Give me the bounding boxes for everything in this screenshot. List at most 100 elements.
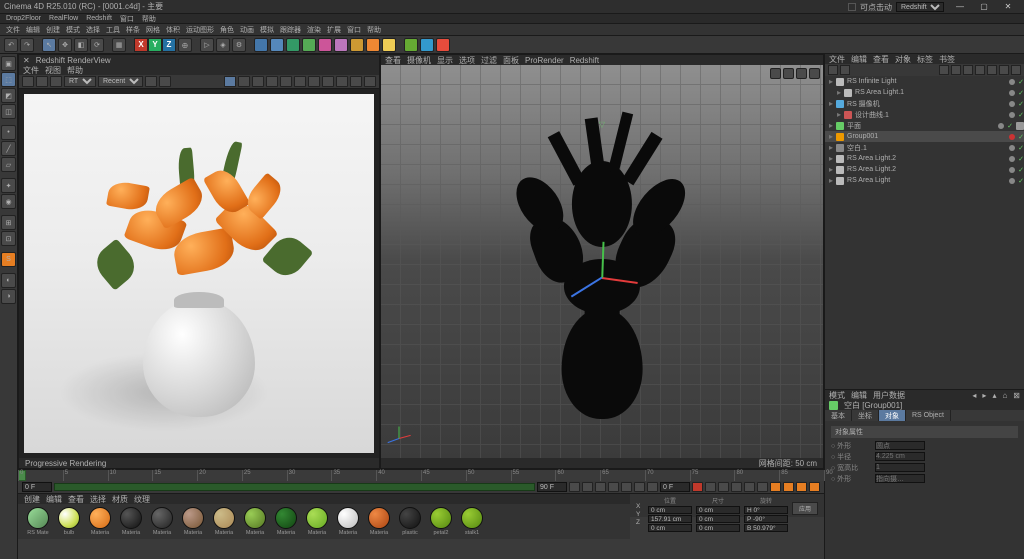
tl-key-scale[interactable] (731, 482, 742, 492)
timeline-range[interactable] (54, 483, 535, 491)
generator-button[interactable] (286, 38, 300, 52)
edge-mode-button[interactable]: ╱ (1, 141, 16, 156)
object-manager[interactable]: ▸RS Infinite Light✓▸RS Area Light.1✓▸RS … (825, 76, 1024, 196)
expand-icon[interactable]: ▸ (829, 121, 833, 130)
main-menu-9[interactable]: 运动图形 (186, 25, 214, 35)
window-maximize[interactable]: ▢ (972, 1, 996, 13)
tl-next-key[interactable] (634, 482, 645, 492)
rv-menu-0[interactable]: 文件 (23, 65, 39, 76)
mat-menu-0[interactable]: 创建 (24, 494, 40, 505)
obj-tool-1[interactable] (828, 65, 838, 75)
material-4[interactable]: Materia (148, 507, 176, 536)
tl-cur-field[interactable] (660, 482, 690, 492)
material-1[interactable]: bulb (55, 507, 83, 536)
size-x-field[interactable] (696, 506, 740, 514)
mograph-button[interactable] (334, 38, 348, 52)
rv-a-button[interactable] (280, 76, 292, 87)
mat-menu-1[interactable]: 编辑 (46, 494, 62, 505)
enable-check-icon[interactable]: ✓ (1007, 122, 1013, 130)
rv-menu-1[interactable]: 视图 (45, 65, 61, 76)
tl-start-field[interactable] (22, 482, 52, 492)
obj-collapse[interactable] (963, 65, 973, 75)
expand-icon[interactable]: ▸ (829, 132, 833, 141)
obj-row-3[interactable]: ▸设计曲线.1✓ (825, 109, 1024, 120)
tl-prev-frame[interactable] (595, 482, 606, 492)
vp-nav-3[interactable] (796, 68, 807, 79)
material-13[interactable]: petal2 (427, 507, 455, 536)
rv-region-button[interactable] (159, 76, 171, 87)
attr-menu-0[interactable]: 模式 (829, 390, 845, 401)
tag-icon[interactable] (1016, 122, 1024, 130)
obj-row-4[interactable]: ▸平面✓ (825, 120, 1024, 131)
tl-key-pos[interactable] (718, 482, 729, 492)
plugin-menu-4[interactable]: 帮助 (142, 14, 156, 24)
material-10[interactable]: Materia (334, 507, 362, 536)
main-menu-7[interactable]: 网格 (146, 25, 160, 35)
rv-refresh-button[interactable] (50, 76, 62, 87)
mat-menu-2[interactable]: 查看 (68, 494, 84, 505)
size-z-field[interactable] (696, 524, 740, 532)
plugin-menu-0[interactable]: Drop2Floor (6, 15, 41, 22)
plugin-menu-2[interactable]: Redshift (86, 15, 112, 22)
main-menu-4[interactable]: 选择 (86, 25, 100, 35)
visibility-dot[interactable] (1009, 101, 1015, 107)
viewport-canvas[interactable]: ▽ (381, 65, 823, 458)
obj-row-0[interactable]: ▸RS Infinite Light✓ (825, 76, 1024, 87)
rv-c-button[interactable] (308, 76, 320, 87)
rotate-tool[interactable]: ⟳ (90, 38, 104, 52)
enable-check-icon[interactable]: ✓ (1018, 155, 1024, 163)
layout-dropdown[interactable]: Redshift (896, 2, 944, 12)
timeline-ruler[interactable]: 051015202530354045505560657075808590 (18, 470, 824, 481)
obj-opt-4[interactable] (1011, 65, 1021, 75)
enable-check-icon[interactable]: ✓ (1018, 89, 1024, 97)
material-11[interactable]: Materia (365, 507, 393, 536)
rs-tool-2[interactable] (420, 38, 434, 52)
expand-icon[interactable]: ▸ (829, 154, 833, 163)
attr-nav-up[interactable]: ▴ (992, 391, 996, 400)
misc-2-button[interactable]: ◑ (1, 289, 16, 304)
visibility-dot[interactable] (1009, 112, 1015, 118)
material-0[interactable]: RS Mate (24, 507, 52, 536)
material-5[interactable]: Materia (179, 507, 207, 536)
enable-check-icon[interactable]: ✓ (1018, 111, 1024, 119)
tl-end-field[interactable] (537, 482, 567, 492)
expand-icon[interactable]: ▸ (829, 143, 833, 152)
vp-nav-2[interactable] (783, 68, 794, 79)
main-menu-13[interactable]: 跟踪器 (280, 25, 301, 35)
workplane-mode-button[interactable]: ◫ (1, 104, 16, 119)
mat-menu-5[interactable]: 纹理 (134, 494, 150, 505)
plugin-menu-1[interactable]: RealFlow (49, 15, 78, 22)
enable-check-icon[interactable]: ✓ (1018, 144, 1024, 152)
prim-cube-button[interactable] (254, 38, 268, 52)
visibility-dot[interactable] (1009, 79, 1015, 85)
obj-opt-1[interactable] (975, 65, 985, 75)
render-image[interactable] (19, 89, 379, 458)
window-minimize[interactable]: — (948, 1, 972, 13)
material-3[interactable]: Materia (117, 507, 145, 536)
enable-check-icon[interactable]: ✓ (1018, 177, 1024, 185)
snap-settings-button[interactable]: ⊡ (1, 231, 16, 246)
undo-button[interactable]: ↶ (4, 38, 18, 52)
rot-p-field[interactable] (744, 515, 788, 523)
pos-y-field[interactable] (648, 515, 692, 523)
main-menu-14[interactable]: 渲染 (307, 25, 321, 35)
material-2[interactable]: Materia (86, 507, 114, 536)
main-menu-11[interactable]: 动画 (240, 25, 254, 35)
camera-button[interactable] (366, 38, 380, 52)
vp-nav-4[interactable] (809, 68, 820, 79)
obj-menu-5[interactable]: 书签 (939, 54, 955, 65)
rs-palette-button[interactable]: S (1, 252, 16, 267)
tl-prev-key[interactable] (582, 482, 593, 492)
obj-row-1[interactable]: ▸RS Area Light.1✓ (825, 87, 1024, 98)
enable-check-icon[interactable]: ✓ (1018, 166, 1024, 174)
obj-tool-2[interactable] (840, 65, 850, 75)
tl-opt-3[interactable] (809, 482, 820, 492)
attr-nav-next[interactable]: ▸ (982, 391, 986, 400)
scale-tool[interactable]: ◧ (74, 38, 88, 52)
field-button[interactable] (318, 38, 332, 52)
obj-menu-0[interactable]: 文件 (829, 54, 845, 65)
attr-tab-0[interactable]: 基本 (825, 410, 852, 421)
rv-menu-2[interactable]: 帮助 (67, 65, 83, 76)
main-menu-3[interactable]: 模式 (66, 25, 80, 35)
light-button[interactable] (382, 38, 396, 52)
